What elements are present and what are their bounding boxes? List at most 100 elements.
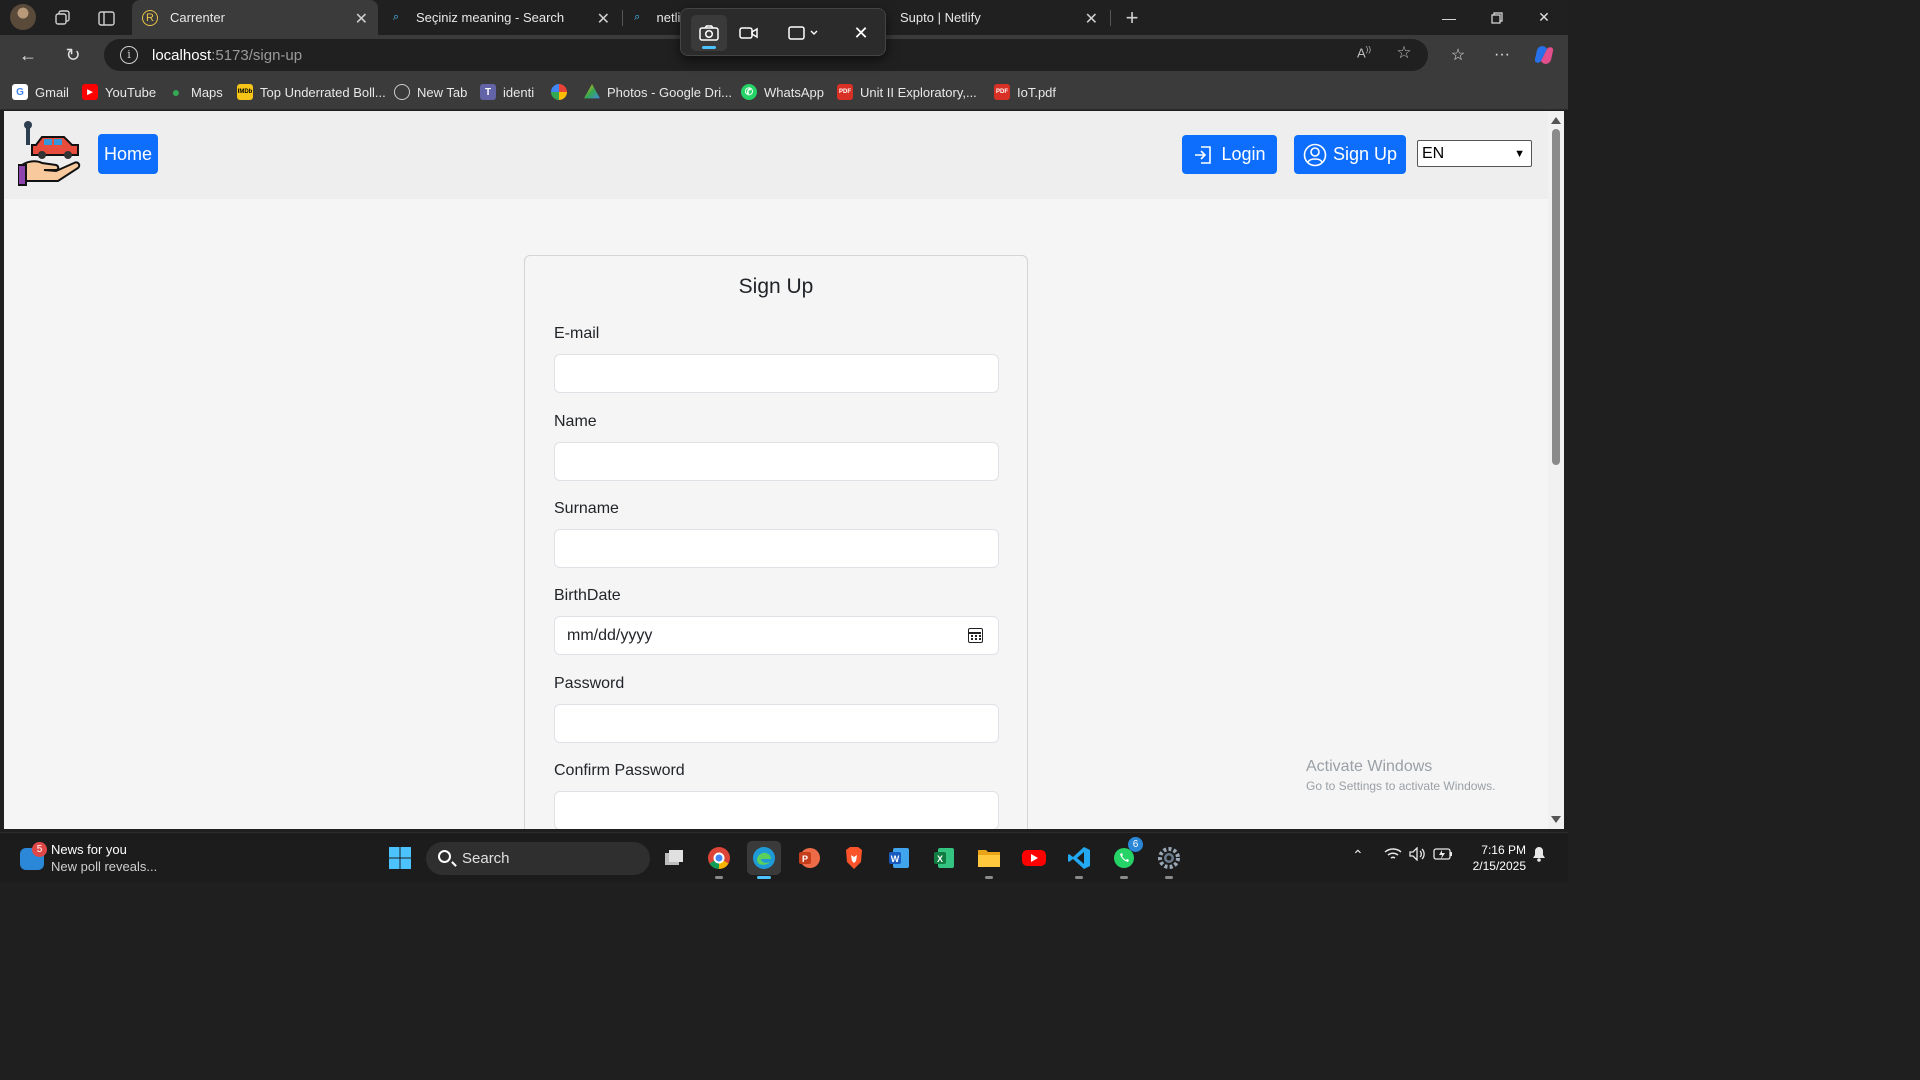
bookmark-label: IoT.pdf	[1017, 84, 1057, 100]
taskbar-search[interactable]: Search	[426, 842, 650, 875]
bookmark-identi[interactable]: Tidenti	[480, 84, 534, 100]
google-drive-icon	[584, 84, 600, 99]
confirm-password-field[interactable]	[554, 791, 999, 829]
vertical-tabs-icon[interactable]	[94, 6, 118, 30]
word-icon[interactable]: W	[882, 841, 916, 875]
bookmark-new-tab[interactable]: New Tab	[394, 84, 467, 100]
chrome-icon[interactable]	[702, 841, 736, 879]
url-host: localhost	[152, 47, 212, 64]
profile-avatar[interactable]	[10, 4, 36, 30]
password-label: Password	[554, 675, 625, 692]
powerpoint-icon[interactable]: P	[792, 841, 826, 875]
search-label: Search	[462, 850, 510, 867]
page-scrollbar[interactable]	[1548, 111, 1564, 829]
url-text[interactable]: localhost:5173/sign-up	[152, 47, 302, 64]
bookmark-top-underrated[interactable]: IMDb Top Underrated Boll...	[237, 84, 386, 100]
bookmark-iot-pdf[interactable]: PDF IoT.pdf	[994, 84, 1056, 100]
email-field[interactable]	[554, 354, 999, 393]
car-hand-logo-icon[interactable]	[17, 121, 84, 187]
bookmark-unit-ii[interactable]: PDF Unit II Exploratory,...	[837, 84, 977, 100]
bookmark-label: identi	[503, 84, 535, 100]
workspaces-icon[interactable]	[51, 6, 75, 30]
bookmark-label: Unit II Exploratory,...	[860, 84, 977, 100]
bookmark-label: WhatsApp	[764, 84, 824, 100]
login-button[interactable]: Login	[1182, 135, 1277, 174]
favorites-icon[interactable]: ☆	[1446, 43, 1470, 67]
chevron-up-icon[interactable]: ⌃	[1352, 847, 1364, 864]
battery-icon[interactable]	[1433, 847, 1453, 864]
home-button[interactable]: Home	[98, 134, 158, 174]
more-options-icon[interactable]: ···	[1490, 43, 1514, 67]
refresh-icon[interactable]: ↻	[61, 43, 85, 67]
close-tab-icon[interactable]: ✕	[1085, 9, 1098, 29]
form-title: Sign Up	[738, 275, 814, 298]
site-info-icon[interactable]: i	[120, 46, 138, 64]
volume-icon[interactable]	[1409, 846, 1427, 864]
watermark-subtitle: Go to Settings to activate Windows.	[1306, 779, 1496, 793]
bookmark-youtube[interactable]: ▶ YouTube	[82, 84, 156, 100]
bing-search-icon: ⌕	[392, 11, 400, 23]
snip-mode-dropdown-icon[interactable]	[781, 15, 825, 51]
running-indicator	[985, 876, 993, 879]
language-value: EN	[1422, 144, 1445, 162]
read-aloud-icon[interactable]: A))	[1354, 45, 1374, 65]
pdf-icon: PDF	[994, 84, 1010, 100]
minimize-icon[interactable]: —	[1426, 0, 1472, 35]
surname-field[interactable]	[554, 529, 999, 568]
close-tab-icon[interactable]: ✕	[355, 9, 368, 29]
bookmark-pinwheel[interactable]	[551, 84, 574, 100]
new-tab-icon[interactable]: +	[1120, 5, 1144, 30]
brave-icon[interactable]	[837, 841, 871, 875]
wifi-icon[interactable]	[1384, 847, 1402, 864]
name-field[interactable]	[554, 442, 999, 481]
birthdate-field[interactable]: mm/dd/yyyy	[554, 616, 999, 655]
tab-carrenter[interactable]: R Carrenter ✕	[132, 0, 378, 35]
edge-icon[interactable]	[747, 841, 781, 879]
bookmark-gmail[interactable]: G Gmail	[12, 84, 69, 100]
whatsapp-app-icon[interactable]: 6	[1107, 837, 1143, 879]
language-select[interactable]: EN ▼	[1417, 140, 1532, 167]
notification-bell-icon[interactable]	[1532, 846, 1546, 865]
tab-netlify-search[interactable]: ⌕ netlif	[624, 0, 684, 35]
copilot-icon[interactable]	[1532, 43, 1556, 67]
scroll-down-icon[interactable]	[1551, 816, 1561, 823]
bookmark-whatsapp[interactable]: ✆ WhatsApp	[741, 84, 824, 100]
password-field[interactable]	[554, 704, 999, 743]
running-indicator	[1120, 876, 1128, 879]
back-arrow-icon[interactable]: ←	[16, 43, 40, 67]
excel-icon[interactable]: X	[927, 841, 961, 875]
name-label: Name	[554, 413, 597, 430]
tab-divider	[1110, 10, 1111, 26]
tab-search[interactable]: ⌕ Seçiniz meaning - Search ✕	[380, 0, 620, 35]
restore-icon[interactable]	[1474, 0, 1520, 35]
birthdate-label: BirthDate	[554, 587, 621, 604]
whatsapp-badge: 6	[1128, 837, 1143, 852]
close-window-icon[interactable]: ✕	[1521, 0, 1567, 35]
signup-label: Sign Up	[1332, 144, 1398, 164]
globe-icon	[394, 84, 410, 100]
birthdate-placeholder: mm/dd/yyyy	[567, 627, 653, 644]
settings-gear-icon[interactable]	[1152, 841, 1186, 879]
tab-supto-netlify[interactable]: ◆ Supto | Netlify ✕	[872, 0, 1108, 35]
windows-start-icon[interactable]	[383, 841, 417, 875]
news-badge: 5	[32, 842, 47, 857]
svg-text:P: P	[802, 854, 808, 864]
youtube-app-icon[interactable]	[1017, 841, 1051, 875]
close-tab-icon[interactable]: ✕	[597, 9, 610, 29]
calendar-icon[interactable]	[968, 628, 983, 643]
search-icon	[438, 850, 451, 863]
system-clock[interactable]: 7:16 PM 2/15/2025	[1462, 842, 1526, 874]
signup-button[interactable]: Sign Up	[1294, 135, 1406, 174]
scroll-up-icon[interactable]	[1551, 117, 1561, 124]
file-explorer-icon[interactable]	[972, 841, 1006, 879]
pinwheel-icon	[551, 84, 567, 100]
bookmark-maps[interactable]: ● Maps	[168, 84, 223, 100]
favorite-star-icon[interactable]: ☆	[1394, 43, 1414, 63]
close-capture-icon[interactable]: ✕	[843, 15, 879, 51]
bookmark-photos-drive[interactable]: Photos - Google Dri...	[584, 84, 732, 100]
task-view-icon[interactable]	[657, 841, 691, 875]
video-record-icon[interactable]	[731, 15, 767, 51]
scrollbar-thumb[interactable]	[1552, 129, 1560, 465]
vscode-icon[interactable]	[1062, 841, 1096, 879]
camera-icon[interactable]	[691, 15, 727, 51]
